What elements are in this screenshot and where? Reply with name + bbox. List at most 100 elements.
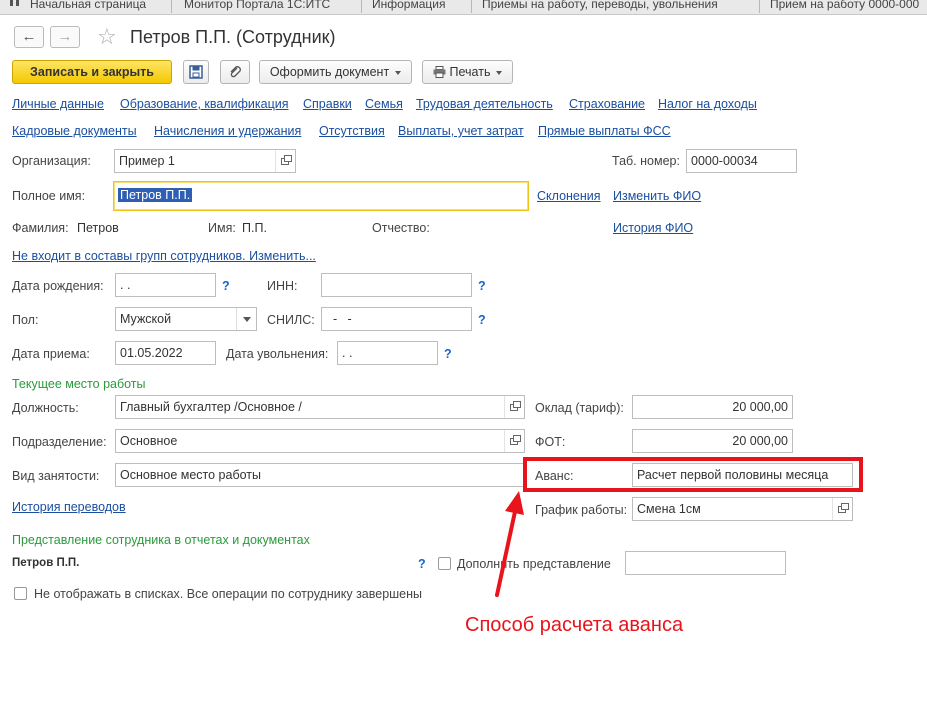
home-icon[interactable] (10, 0, 19, 6)
chevron-down-icon (395, 70, 402, 75)
birth-label: Дата рождения: (12, 279, 104, 293)
gender-value: Мужской (120, 312, 172, 326)
save-button[interactable] (183, 60, 209, 84)
forward-button[interactable]: → (50, 26, 80, 48)
link-family[interactable]: Семья (365, 97, 403, 111)
link-payments[interactable]: Выплаты, учет затрат (398, 124, 524, 138)
tab-home[interactable]: Начальная страница (22, 0, 172, 13)
fot-field[interactable]: 20 000,00 (632, 429, 793, 453)
tab-hires-list[interactable]: Приемы на работу, переводы, увольнения (474, 0, 760, 13)
fullname-label: Полное имя: (12, 189, 86, 203)
position-field[interactable]: Главный бухгалтер /Основное / (115, 395, 525, 419)
birth-help-icon[interactable]: ? (222, 279, 230, 293)
history-transfers-link[interactable]: История переводов (12, 500, 126, 514)
link-absences[interactable]: Отсутствия (319, 124, 385, 138)
print-button[interactable]: Печать (422, 60, 513, 84)
gender-select[interactable]: Мужской (115, 307, 257, 331)
arrow-left-icon: ← (21, 28, 37, 45)
link-education[interactable]: Образование, квалификация (120, 97, 289, 111)
org-value: Пример 1 (119, 154, 175, 168)
link-work-history[interactable]: Трудовая деятельность (416, 97, 553, 111)
chevron-down-icon (496, 70, 503, 75)
open-icon[interactable] (275, 150, 295, 172)
tab-its-monitor[interactable]: Монитор Портала 1С:ИТС (176, 0, 362, 13)
history-fio-link[interactable]: История ФИО (613, 221, 693, 235)
schedule-label: График работы: (535, 503, 628, 517)
tab-hire-doc[interactable]: Прием на работу 0000-000 (762, 0, 927, 13)
surname-value: Петров (77, 221, 119, 235)
schedule-field[interactable]: Смена 1см (632, 497, 853, 521)
name-label: Имя: (208, 221, 236, 235)
name-value: П.П. (242, 221, 267, 235)
employment-label: Вид занятости: (12, 469, 100, 483)
tab-info[interactable]: Информация (364, 0, 472, 13)
fire-date-field[interactable]: . . (337, 341, 438, 365)
arrow-right-icon: → (57, 28, 73, 45)
current-work-header: Текущее место работы (12, 377, 146, 391)
link-income-tax[interactable]: Налог на доходы (658, 97, 757, 111)
open-icon[interactable] (832, 498, 852, 520)
position-label: Должность: (12, 401, 79, 415)
supplement-field[interactable] (625, 551, 786, 575)
fot-label: ФОТ: (535, 435, 566, 449)
floppy-disk-icon (189, 65, 203, 79)
representation-header: Представление сотрудника в отчетах и док… (12, 533, 310, 547)
link-fss-payments[interactable]: Прямые выплаты ФСС (538, 124, 671, 138)
snils-label: СНИЛС: (267, 313, 315, 327)
highlight-box (523, 457, 863, 492)
dept-value: Основное (120, 434, 178, 448)
fullname-field[interactable]: Петров П.П. (113, 181, 529, 211)
snils-help-icon[interactable]: ? (478, 313, 486, 327)
print-label: Печать (449, 65, 491, 79)
link-hr-documents[interactable]: Кадровые документы (12, 124, 137, 138)
org-label: Организация: (12, 154, 91, 168)
employment-field[interactable]: Основное место работы (115, 463, 525, 487)
annotation-arrow (495, 491, 524, 597)
link-accruals[interactable]: Начисления и удержания (154, 124, 301, 138)
page-title: Петров П.П. (Сотрудник) (130, 27, 336, 47)
dept-field[interactable]: Основное (115, 429, 525, 453)
make-document-label: Оформить документ (269, 65, 390, 79)
paperclip-icon (230, 66, 241, 78)
salary-label: Оклад (тариф): (535, 401, 624, 415)
inn-field[interactable] (321, 273, 472, 297)
back-button[interactable]: ← (14, 26, 44, 48)
fire-date-label: Дата увольнения: (226, 347, 329, 361)
link-certificates[interactable]: Справки (303, 97, 352, 111)
annotation-text: Способ расчета аванса (465, 614, 684, 636)
chevron-down-icon[interactable] (236, 308, 256, 330)
hide-label: Не отображать в списках. Все операции по… (34, 587, 423, 601)
groups-link[interactable]: Не входит в составы групп сотрудников. И… (12, 249, 316, 263)
salary-field[interactable]: 20 000,00 (632, 395, 793, 419)
birth-field[interactable]: . . (115, 273, 216, 297)
org-field[interactable]: Пример 1 (114, 149, 296, 173)
open-icon[interactable] (504, 430, 524, 452)
open-icon[interactable] (504, 396, 524, 418)
position-value: Главный бухгалтер /Основное / (120, 400, 302, 414)
link-personal-data[interactable]: Личные данные (12, 97, 104, 111)
change-fio-link[interactable]: Изменить ФИО (613, 189, 701, 203)
tab-no-field[interactable]: 0000-00034 (686, 149, 797, 173)
inn-label: ИНН: (267, 279, 298, 293)
declensions-link[interactable]: Склонения (537, 189, 601, 203)
hire-date-field[interactable]: 01.05.2022 (115, 341, 216, 365)
hide-checkbox[interactable] (14, 587, 27, 600)
gender-label: Пол: (12, 313, 39, 327)
save-and-close-button[interactable]: Записать и закрыть (12, 60, 172, 84)
inn-help-icon[interactable]: ? (478, 279, 486, 293)
hire-date-label: Дата приема: (12, 347, 90, 361)
fullname-value: Петров П.П. (118, 188, 193, 202)
patronymic-label: Отчество: (372, 221, 430, 235)
repr-help-icon[interactable]: ? (418, 557, 426, 571)
link-insurance[interactable]: Страхование (569, 97, 645, 111)
schedule-value: Смена 1см (637, 502, 701, 516)
star-icon[interactable]: ☆ (97, 24, 117, 50)
snils-field[interactable]: - - (321, 307, 472, 331)
representation-value: Петров П.П. (12, 557, 80, 569)
supplement-checkbox[interactable] (438, 557, 451, 570)
tab-no-label: Таб. номер: (612, 154, 680, 168)
surname-label: Фамилия: (12, 221, 69, 235)
make-document-button[interactable]: Оформить документ (259, 60, 412, 84)
fire-help-icon[interactable]: ? (444, 347, 452, 361)
attach-button[interactable] (220, 60, 250, 84)
